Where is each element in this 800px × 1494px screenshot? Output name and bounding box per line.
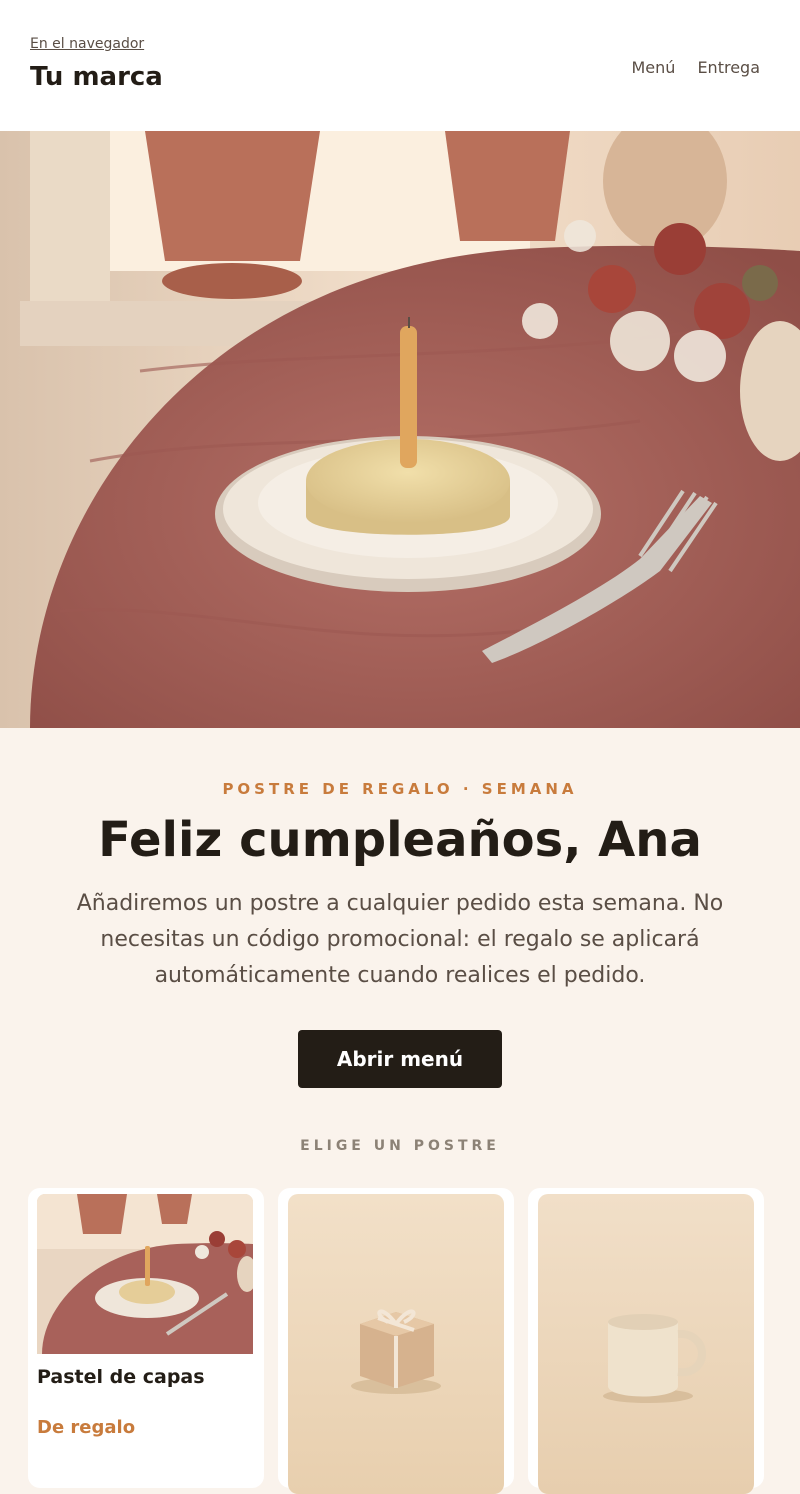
dessert-card-gift[interactable] (278, 1188, 514, 1494)
nav-menu-link[interactable]: Menú (632, 58, 676, 77)
open-menu-button[interactable]: Abrir menú (298, 1030, 502, 1088)
gift-box-image (288, 1194, 504, 1494)
card-badge: De regalo (37, 1417, 136, 1438)
dessert-card-cake[interactable]: Pastel de capas De regalo (28, 1188, 264, 1488)
header-nav: Menú Entrega (632, 58, 761, 77)
view-in-browser-link[interactable]: En el navegador (30, 36, 144, 52)
card-title: Pastel de capas (37, 1366, 205, 1388)
hero-image (0, 131, 800, 728)
headline: Feliz cumpleaños, Ana (98, 812, 702, 868)
nav-delivery-link[interactable]: Entrega (697, 58, 760, 77)
body-copy: Añadiremos un postre a cualquier pedido … (76, 891, 724, 988)
mug-image (538, 1194, 754, 1494)
email-header: En el navegador Tu marca Menú Entrega (0, 0, 800, 131)
section-label: ELIGE UN POSTRE (300, 1138, 500, 1154)
brand-name: Tu marca (30, 62, 163, 92)
cake-image (37, 1194, 253, 1354)
dessert-card-mug[interactable] (528, 1188, 764, 1494)
eyebrow-label: POSTRE DE REGALO · SEMANA (222, 780, 578, 798)
